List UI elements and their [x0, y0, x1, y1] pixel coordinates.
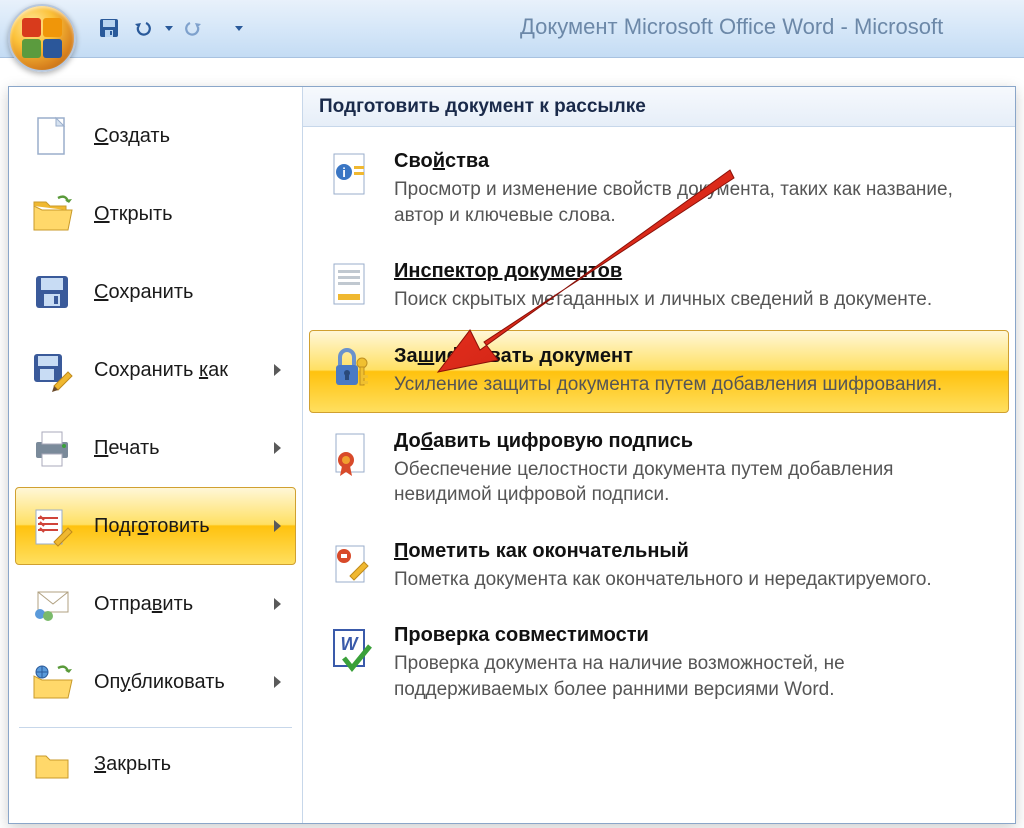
office-menu-panel: Создать Открыть Сохранить Сохранить как — [8, 86, 1016, 824]
prepare-item-desc: Поиск скрытых метаданных и личных сведен… — [394, 287, 994, 313]
prepare-item-title: Инспектор документов — [394, 260, 994, 283]
menu-item-label: Отправить — [94, 593, 193, 616]
prepare-item-compatibility[interactable]: W Проверка совместимости Проверка докуме… — [309, 609, 1009, 717]
svg-text:i: i — [342, 165, 346, 180]
menu-item-label: Сохранить как — [94, 359, 228, 382]
prepare-item-title: Проверка совместимости — [394, 624, 994, 647]
menu-item-label: Подготовить — [94, 515, 210, 538]
prepare-item-desc: Просмотр и изменение свойств документа, … — [394, 177, 994, 228]
titlebar: Документ Microsoft Office Word - Microso… — [0, 0, 1024, 58]
menu-item-prepare[interactable]: Подготовить — [15, 487, 296, 565]
undo-dropdown-icon[interactable] — [165, 26, 173, 31]
publish-icon — [28, 660, 76, 704]
prepare-item-final[interactable]: Пометить как окончательный Пометка докум… — [309, 525, 1009, 608]
office-logo-icon — [22, 18, 62, 58]
menu-item-publish[interactable]: Опубликовать — [15, 643, 296, 721]
close-folder-icon — [28, 742, 76, 786]
prepare-item-desc: Пометка документа как окончательного и н… — [394, 567, 994, 593]
svg-text:W: W — [341, 634, 360, 654]
chevron-right-icon — [274, 676, 281, 688]
chevron-right-icon — [274, 598, 281, 610]
prepare-panel-header: Подготовить документ к рассылке — [303, 87, 1015, 127]
menu-item-label: Создать — [94, 125, 170, 148]
menu-item-send[interactable]: Отправить — [15, 565, 296, 643]
prepare-icon — [28, 504, 76, 548]
inspector-icon — [324, 258, 376, 310]
office-button[interactable] — [8, 4, 76, 72]
print-icon — [28, 426, 76, 470]
menu-item-open[interactable]: Открыть — [15, 175, 296, 253]
signature-icon — [324, 428, 376, 480]
chevron-right-icon — [274, 520, 281, 532]
chevron-right-icon — [274, 442, 281, 454]
mark-final-icon — [324, 538, 376, 590]
send-icon — [28, 582, 76, 626]
menu-item-save-as[interactable]: Сохранить как — [15, 331, 296, 409]
save-icon[interactable] — [95, 14, 123, 42]
prepare-item-inspector[interactable]: Инспектор документов Поиск скрытых метад… — [309, 245, 1009, 328]
prepare-item-desc: Обеспечение целостности документа путем … — [394, 457, 994, 508]
compatibility-icon: W — [324, 622, 376, 674]
prepare-item-title: Свойства — [394, 150, 994, 173]
prepare-item-title: Добавить цифровую подпись — [394, 430, 994, 453]
office-menu-left: Создать Открыть Сохранить Сохранить как — [9, 87, 303, 823]
redo-icon[interactable] — [179, 14, 207, 42]
save-disk-icon — [28, 270, 76, 314]
menu-item-label: Закрыть — [94, 753, 171, 776]
chevron-right-icon — [274, 364, 281, 376]
prepare-item-encrypt[interactable]: Зашифровать документ Усиление защиты док… — [309, 330, 1009, 413]
window-title: Документ Microsoft Office Word - Microso… — [520, 14, 943, 40]
open-folder-icon — [28, 192, 76, 236]
office-menu-right: Подготовить документ к рассылке i Свойст… — [303, 87, 1015, 823]
prepare-item-desc: Усиление защиты документа путем добавлен… — [394, 372, 994, 398]
save-as-icon — [28, 348, 76, 392]
menu-item-label: Опубликовать — [94, 671, 225, 694]
menu-item-print[interactable]: Печать — [15, 409, 296, 487]
encrypt-lock-icon — [324, 343, 376, 395]
menu-item-label: Открыть — [94, 203, 173, 226]
quick-access-toolbar — [95, 14, 243, 42]
prepare-item-title: Зашифровать документ — [394, 345, 994, 368]
undo-icon[interactable] — [129, 14, 157, 42]
menu-item-label: Печать — [94, 437, 160, 460]
menu-item-close[interactable]: Закрыть — [15, 734, 296, 794]
qat-customize-icon[interactable] — [235, 26, 243, 31]
menu-item-label: Сохранить — [94, 281, 193, 304]
menu-item-new[interactable]: Создать — [15, 97, 296, 175]
new-doc-icon — [28, 114, 76, 158]
prepare-item-title: Пометить как окончательный — [394, 540, 994, 563]
prepare-item-properties[interactable]: i Свойства Просмотр и изменение свойств … — [309, 135, 1009, 243]
prepare-item-desc: Проверка документа на наличие возможност… — [394, 651, 994, 702]
prepare-item-signature[interactable]: Добавить цифровую подпись Обеспечение це… — [309, 415, 1009, 523]
properties-icon: i — [324, 148, 376, 200]
menu-item-save[interactable]: Сохранить — [15, 253, 296, 331]
